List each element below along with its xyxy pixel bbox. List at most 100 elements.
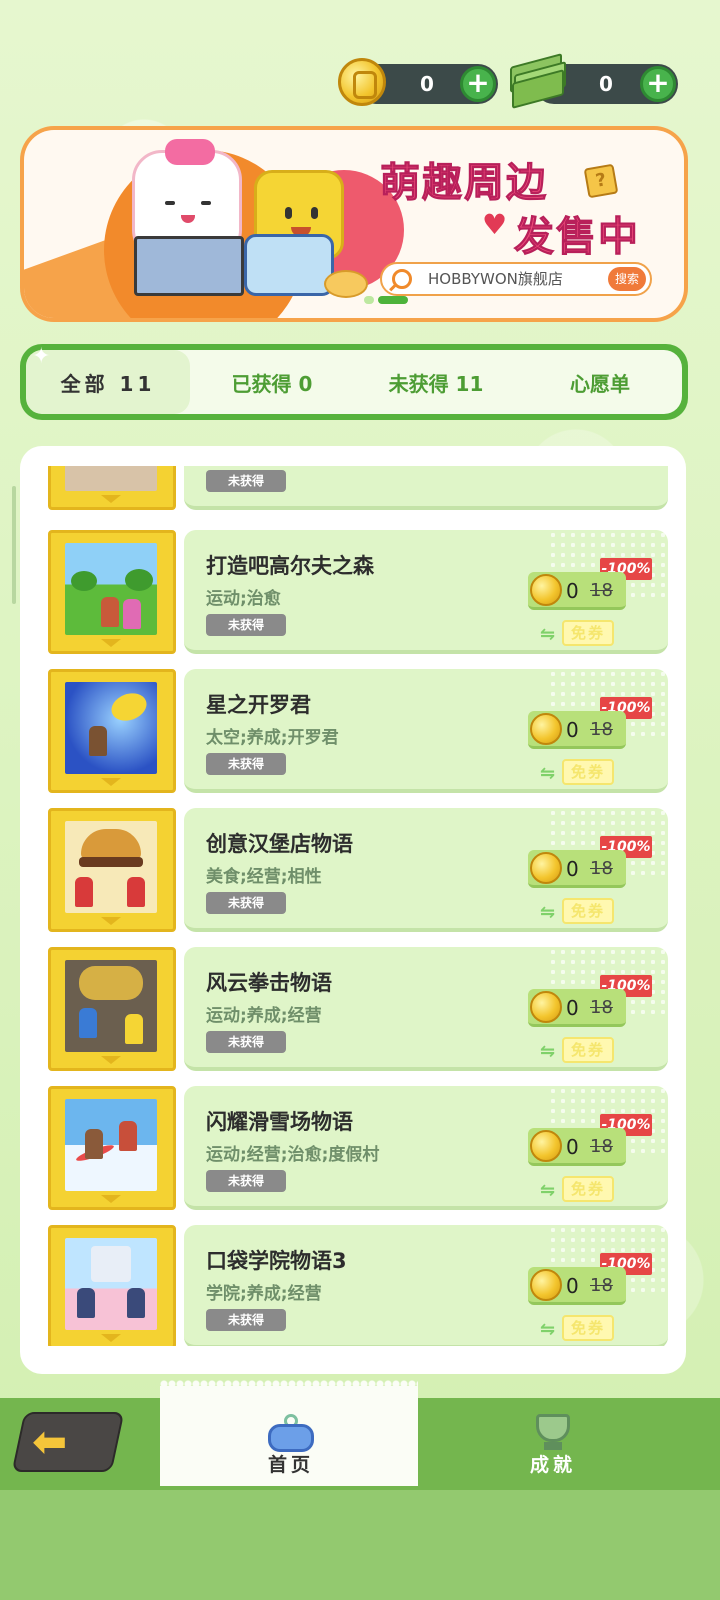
price-original: 18 (590, 858, 613, 879)
game-title: 创意汉堡店物语 (206, 832, 353, 856)
game-card-partial[interactable]: 未获得 (48, 466, 668, 510)
filter-tabs: 全部 11 已获得 0 未获得 11 心愿单 (20, 344, 688, 420)
heart-icon: ♥ (482, 208, 508, 241)
status-badge: 未获得 (206, 614, 286, 636)
game-cover-art (65, 543, 157, 635)
exchange-icon: ⇋ (540, 763, 556, 784)
tab-all[interactable]: 全部 11 (26, 344, 190, 414)
game-tags: 太空;养成;开罗君 (206, 728, 339, 748)
game-cartridge (48, 947, 176, 1071)
price-original: 18 (590, 997, 613, 1018)
price-original: 18 (590, 1136, 613, 1157)
game-card[interactable]: 星之开罗君 太空;养成;开罗君 未获得 -100% 0 18 ⇋ 免券 (48, 669, 668, 793)
game-tags: 运动;治愈 (206, 589, 281, 609)
game-cover-art (65, 960, 157, 1052)
game-card[interactable]: 闪耀滑雪场物语 运动;经营;治愈;度假村 未获得 -100% 0 18 ⇋ 免券 (48, 1086, 668, 1210)
price-now: 0 (566, 579, 579, 603)
free-coupon-button[interactable]: 免券 (562, 1315, 614, 1341)
game-title: 闪耀滑雪场物语 (206, 1110, 353, 1134)
banner-title: 萌趣周边 (380, 160, 548, 207)
free-coupon-button[interactable]: 免券 (562, 898, 614, 924)
merch-banner[interactable]: 萌趣周边 ♥ 发售中 ? HOBBYWON旗舰店 搜索 (20, 126, 688, 322)
game-cover-art (65, 682, 157, 774)
game-tags: 学院;养成;经营 (206, 1284, 322, 1304)
game-card[interactable]: 风云拳击物语 运动;养成;经营 未获得 -100% 0 18 ⇋ 免券 (48, 947, 668, 1071)
exchange-icon: ⇋ (540, 624, 556, 645)
trophy-icon[interactable] (530, 1414, 576, 1454)
banner-subtitle: 发售中 (514, 214, 640, 261)
gold-coin-icon (530, 852, 562, 884)
status-badge: 未获得 (206, 1031, 286, 1053)
free-coupon-button[interactable]: 免券 (562, 1037, 614, 1063)
game-cartridge (48, 530, 176, 654)
gamepad-icon (268, 1414, 314, 1454)
banner-search-box[interactable]: HOBBYWON旗舰店 搜索 (380, 262, 652, 296)
price-button[interactable]: 0 18 (528, 850, 626, 888)
free-coupon-button[interactable]: 免券 (562, 620, 614, 646)
merch-food-image (324, 270, 368, 298)
banner-page-indicator (364, 296, 408, 304)
price-now: 0 (566, 996, 579, 1020)
search-icon (392, 269, 412, 289)
game-title: 打造吧高尔夫之森 (206, 554, 374, 578)
banner-search-button[interactable]: 搜索 (608, 267, 646, 291)
status-badge: 未获得 (206, 753, 286, 775)
status-badge: 未获得 (206, 892, 286, 914)
gold-coin-icon (530, 574, 562, 606)
game-list[interactable]: 未获得 打造吧高尔夫之森 运动;治愈 未获得 -100% 0 18 ⇋ 免券 星… (48, 466, 668, 1346)
price-now: 0 (566, 718, 579, 742)
gold-coin-icon (530, 1130, 562, 1162)
scrollbar[interactable] (12, 486, 16, 604)
back-button[interactable] (11, 1412, 125, 1472)
game-title: 口袋学院物语3 (206, 1249, 347, 1273)
cash-stack-icon (510, 53, 568, 109)
gold-coin-icon (338, 58, 386, 106)
gold-coin-icon (530, 1269, 562, 1301)
gold-coin-icon (530, 991, 562, 1023)
game-card[interactable]: 口袋学院物语3 学院;养成;经营 未获得 -100% 0 18 ⇋ 免券 (48, 1225, 668, 1346)
status-badge: 未获得 (206, 1170, 286, 1192)
game-cover-art (65, 821, 157, 913)
free-coupon-button[interactable]: 免券 (562, 1176, 614, 1202)
game-cartridge (48, 1086, 176, 1210)
game-tags: 运动;养成;经营 (206, 1006, 322, 1026)
free-coupon-button[interactable]: 免券 (562, 759, 614, 785)
add-coins-button[interactable]: + (460, 66, 496, 102)
tab-wishlist[interactable]: 心愿单 (518, 350, 682, 414)
exchange-icon: ⇋ (540, 1319, 556, 1340)
price-original: 18 (590, 1275, 613, 1296)
game-cover-art (65, 1238, 157, 1330)
status-badge: 未获得 (206, 470, 286, 492)
game-card[interactable]: 创意汉堡店物语 美食;经营;相性 未获得 -100% 0 18 ⇋ 免券 (48, 808, 668, 932)
price-original: 18 (590, 580, 613, 601)
nav-achievements-label[interactable]: 成就 (522, 1450, 584, 1477)
nav-home-label[interactable]: 首页 (260, 1450, 322, 1477)
price-original: 18 (590, 719, 613, 740)
game-cartridge (48, 669, 176, 793)
tab-owned[interactable]: 已获得 0 (190, 350, 354, 414)
exchange-icon: ⇋ (540, 1041, 556, 1062)
merch-console-image (244, 234, 334, 296)
price-button[interactable]: 0 18 (528, 989, 626, 1027)
game-title: 风云拳击物语 (206, 971, 332, 995)
price-button[interactable]: 0 18 (528, 1267, 626, 1305)
merch-book-image (134, 236, 244, 296)
game-cartridge (48, 1225, 176, 1346)
exchange-icon: ⇋ (540, 902, 556, 923)
price-now: 0 (566, 857, 579, 881)
game-card[interactable]: 打造吧高尔夫之森 运动;治愈 未获得 -100% 0 18 ⇋ 免券 (48, 530, 668, 654)
game-cartridge (48, 466, 176, 510)
exchange-icon: ⇋ (540, 1180, 556, 1201)
status-badge: 未获得 (206, 1309, 286, 1331)
game-cover-art (65, 1099, 157, 1191)
tab-not-owned[interactable]: 未获得 11 (354, 350, 518, 414)
price-button[interactable]: 0 18 (528, 711, 626, 749)
gold-coin-icon (530, 713, 562, 745)
price-button[interactable]: 0 18 (528, 1128, 626, 1166)
banner-search-text: HOBBYWON旗舰店 (428, 270, 563, 288)
price-button[interactable]: 0 18 (528, 572, 626, 610)
game-list-panel: 未获得 打造吧高尔夫之森 运动;治愈 未获得 -100% 0 18 ⇋ 免券 星… (20, 446, 686, 1374)
game-tags: 美食;经营;相性 (206, 867, 322, 887)
add-cash-button[interactable]: + (640, 66, 676, 102)
price-now: 0 (566, 1274, 579, 1298)
